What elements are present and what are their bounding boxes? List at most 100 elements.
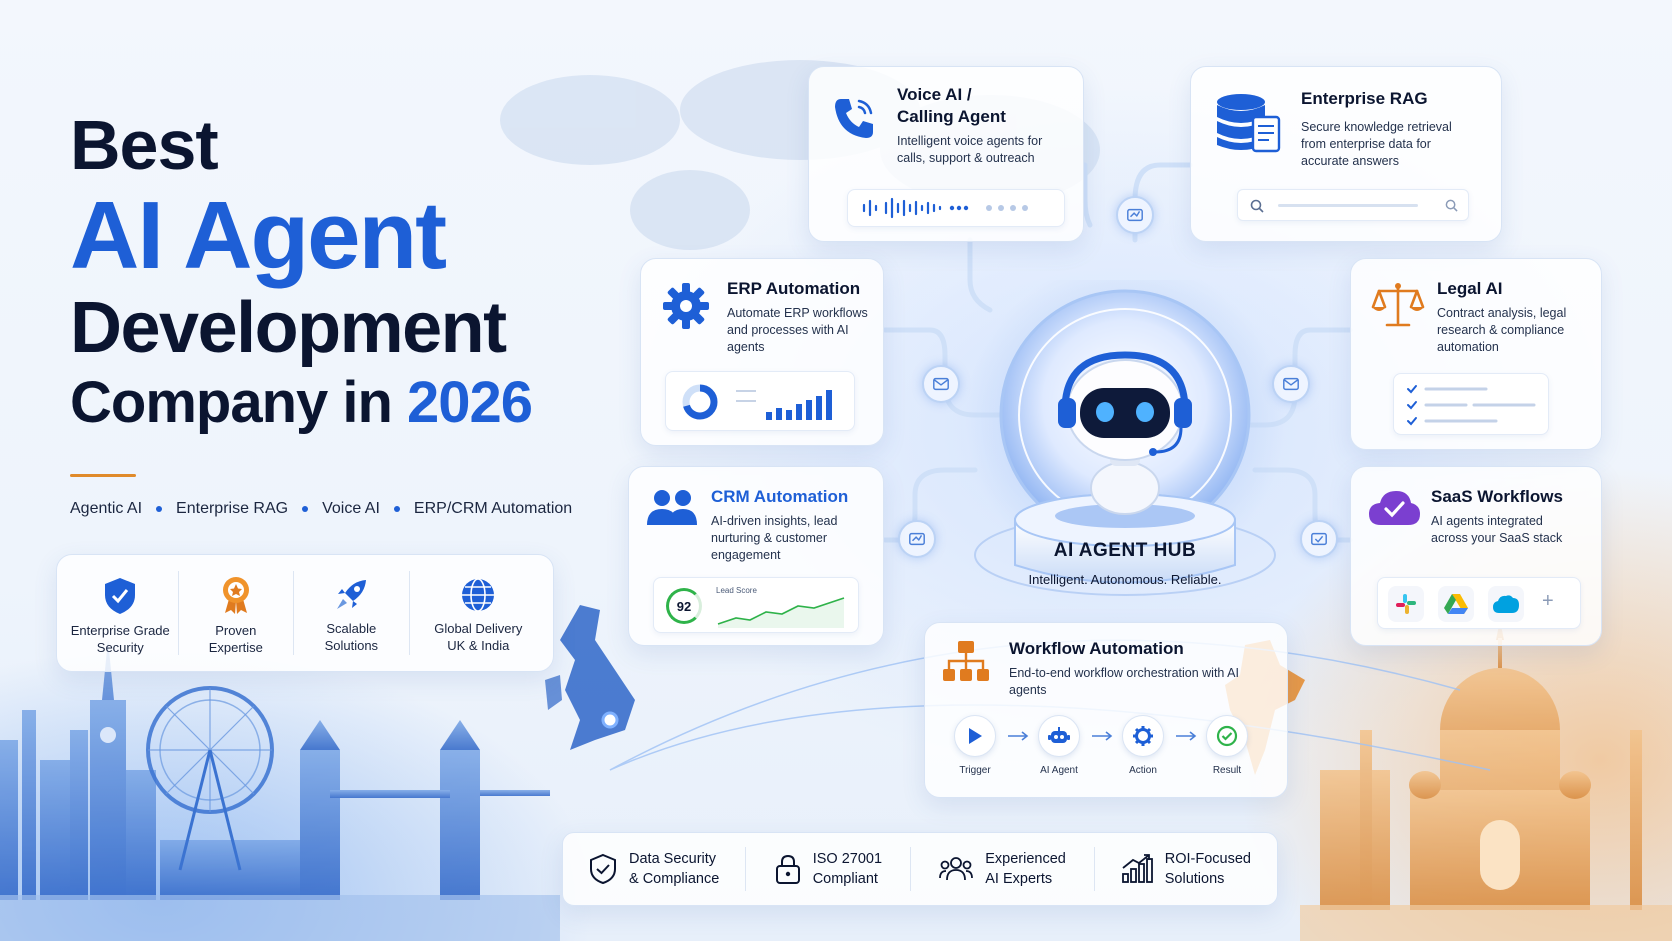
card-title: CRM Automation bbox=[711, 487, 849, 506]
erp-chart-widget bbox=[665, 371, 855, 431]
bullet-dot bbox=[302, 506, 309, 512]
card-description: Secure knowledge retrieval from enterpri… bbox=[1301, 120, 1452, 168]
card-title: Calling Agent bbox=[897, 107, 1006, 126]
legal-checklist-widget bbox=[1393, 373, 1549, 435]
search-icon bbox=[1445, 199, 1458, 212]
hero-line-4: Company in 2026 bbox=[70, 374, 533, 432]
tag-item: Agentic AI bbox=[70, 500, 143, 517]
mini-text-lines bbox=[736, 390, 756, 402]
globe-icon bbox=[462, 578, 495, 612]
feature-item-scalable: Scalable Solutions bbox=[294, 571, 410, 655]
feature-label: UK & India bbox=[447, 638, 510, 653]
hero-title: Best AI Agent Development Company in 202… bbox=[70, 106, 533, 432]
feature-label: Proven bbox=[215, 623, 257, 638]
workflow-steps: Trigger AI Agent Action Result bbox=[947, 715, 1269, 785]
cloud-check-icon bbox=[1369, 491, 1420, 525]
lock-icon bbox=[775, 854, 800, 884]
feature-label: Solutions bbox=[324, 638, 379, 653]
trust-item-roi: ROI-Focused Solutions bbox=[1095, 847, 1277, 891]
slack-logo-icon bbox=[1388, 586, 1424, 622]
connector-node-saas bbox=[1300, 520, 1338, 558]
feature-item-global: Global Delivery UK & India bbox=[410, 571, 547, 655]
users-icon bbox=[939, 857, 974, 881]
card-description: Intelligent voice agents for calls, supp… bbox=[897, 134, 1043, 165]
org-chart-icon bbox=[943, 641, 989, 681]
shield-check-icon bbox=[590, 853, 617, 885]
voice-waveform-widget bbox=[847, 189, 1065, 227]
card-description: End-to-end workflow orchestration with A… bbox=[1009, 666, 1239, 697]
card-enterprise-rag: Enterprise RAG Secure knowledge retrieva… bbox=[1190, 66, 1502, 242]
trust-label: ISO 27001 bbox=[812, 851, 883, 867]
growth-chart-icon bbox=[1121, 854, 1153, 883]
workflow-step-ai-agent: AI Agent bbox=[1031, 715, 1087, 776]
lead-score-ring: 92 bbox=[666, 588, 702, 624]
feature-item-expertise: Proven Expertise bbox=[179, 571, 295, 655]
scales-justice-icon bbox=[1371, 283, 1425, 327]
card-description: Contract analysis, legal research & comp… bbox=[1437, 306, 1567, 354]
hub-subtitle: Intelligent. Autonomous. Reliable. bbox=[1028, 572, 1222, 587]
bullet-dot bbox=[393, 506, 400, 512]
workflow-step-action: Action bbox=[1115, 715, 1171, 776]
tag-item: ERP/CRM Automation bbox=[413, 500, 573, 517]
card-description: AI-driven insights, lead nurturing & cus… bbox=[711, 514, 838, 562]
hero-line-1: Best bbox=[70, 106, 219, 184]
feature-label: Global Delivery bbox=[434, 621, 523, 636]
donut-chart-icon bbox=[682, 384, 718, 420]
arrow-right-icon bbox=[1092, 731, 1113, 741]
search-placeholder-bar bbox=[1278, 204, 1418, 207]
card-legal-ai: Legal AI Contract analysis, legal resear… bbox=[1350, 258, 1602, 450]
trend-line-icon bbox=[717, 597, 845, 628]
feature-item-security: Enterprise Grade Security bbox=[63, 571, 179, 655]
phone-icon bbox=[835, 99, 873, 138]
shield-check-icon bbox=[105, 578, 136, 614]
rocket-icon bbox=[337, 580, 367, 609]
play-icon bbox=[969, 728, 982, 744]
robot-icon bbox=[1048, 727, 1070, 743]
card-title: Voice AI / bbox=[897, 85, 972, 104]
features-panel: Enterprise Grade Security Proven Experti… bbox=[56, 554, 554, 672]
trust-item-experts: Experienced AI Experts bbox=[911, 847, 1095, 891]
check-circle-icon bbox=[1216, 725, 1238, 747]
card-saas-workflows: SaaS Workflows AI agents integrated acro… bbox=[1350, 466, 1602, 646]
trust-label: Solutions bbox=[1164, 871, 1225, 887]
hero-line-4-text: Company in bbox=[70, 370, 408, 435]
search-icon bbox=[1250, 199, 1264, 213]
workflow-step-label: AI Agent bbox=[1040, 765, 1078, 776]
tag-item: Enterprise RAG bbox=[176, 500, 289, 517]
feature-label: Scalable bbox=[326, 621, 377, 636]
trust-label: ROI-Focused bbox=[1164, 851, 1251, 867]
bar-chart-icon bbox=[766, 390, 832, 420]
card-title: Enterprise RAG bbox=[1301, 89, 1428, 108]
feature-label: Security bbox=[96, 640, 144, 655]
trust-item-iso: ISO 27001 Compliant bbox=[746, 847, 912, 891]
tag-list: Agentic AI Enterprise RAG Voice AI ERP/C… bbox=[70, 500, 572, 518]
trust-item-data-security: Data Security & Compliance bbox=[563, 847, 747, 891]
hero-accent-divider bbox=[70, 474, 136, 477]
card-title: Workflow Automation bbox=[1009, 639, 1184, 658]
saas-integrations-widget: + bbox=[1377, 577, 1581, 629]
hero-year: 2026 bbox=[407, 370, 533, 435]
card-title: Legal AI bbox=[1437, 279, 1503, 298]
arrow-right-icon bbox=[1008, 731, 1029, 741]
card-workflow-automation: Workflow Automation End-to-end workflow … bbox=[924, 622, 1288, 798]
trust-label: Experienced bbox=[985, 851, 1066, 867]
trust-label: & Compliance bbox=[629, 871, 720, 887]
users-icon bbox=[647, 490, 697, 525]
trust-label: Data Security bbox=[629, 851, 717, 867]
workflow-step-trigger: Trigger bbox=[947, 715, 1003, 776]
card-voice-ai: Voice AI / Calling Agent Intelligent voi… bbox=[808, 66, 1084, 242]
card-crm-automation: CRM Automation AI-driven insights, lead … bbox=[628, 466, 884, 646]
connector-node-crm bbox=[898, 520, 936, 558]
crm-lead-score-widget: 92 Lead Score bbox=[653, 577, 859, 633]
checklist-icon bbox=[1407, 385, 1536, 426]
hero-line-3: Development bbox=[70, 288, 507, 368]
connector-node-voice bbox=[1116, 196, 1154, 234]
gear-icon bbox=[1133, 726, 1153, 746]
feature-label: Expertise bbox=[208, 640, 263, 655]
waveform-icon bbox=[862, 197, 969, 219]
lead-score-label: Lead Score bbox=[716, 586, 757, 595]
rag-search-bar[interactable] bbox=[1237, 189, 1469, 221]
gear-icon bbox=[663, 283, 709, 329]
ai-agent-hub-orb bbox=[965, 280, 1285, 596]
add-integration-button[interactable]: + bbox=[1542, 590, 1554, 613]
